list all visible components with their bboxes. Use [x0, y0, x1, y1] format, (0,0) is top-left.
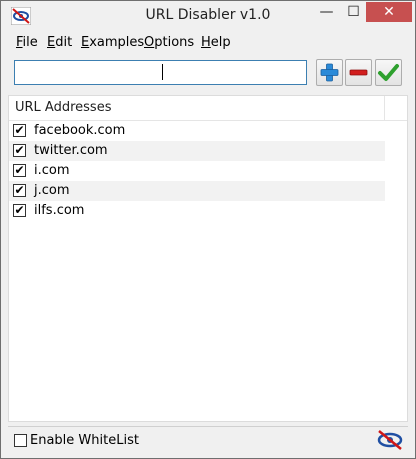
menu-help[interactable]: Help	[201, 35, 231, 50]
menu-examples[interactable]: Examples	[81, 35, 144, 50]
close-button[interactable]: ✕	[366, 2, 412, 22]
url-text: j.com	[34, 183, 70, 198]
title-bar: URL Disabler v1.0 — ☐ ✕	[1, 1, 415, 31]
url-text: ilfs.com	[34, 203, 85, 218]
app-window: URL Disabler v1.0 — ☐ ✕ File Edit Exampl…	[0, 0, 416, 459]
whitelist-label[interactable]: Enable WhiteList	[30, 433, 139, 448]
maximize-button[interactable]: ☐	[341, 2, 366, 22]
list-item[interactable]: ✔ twitter.com	[9, 141, 385, 161]
list-item[interactable]: ✔ ilfs.com	[9, 201, 385, 221]
whitelist-checkbox[interactable]	[14, 434, 27, 447]
apply-button[interactable]	[375, 59, 402, 86]
add-url-button[interactable]	[316, 59, 343, 86]
url-list: URL Addresses ✔ facebook.com ✔ twitter.c…	[8, 95, 408, 422]
minus-icon	[349, 69, 368, 76]
row-checkbox[interactable]: ✔	[13, 204, 26, 217]
menu-file[interactable]: File	[16, 35, 38, 50]
column-separator[interactable]	[384, 96, 385, 120]
menu-bar: File Edit Examples Options Help	[1, 31, 415, 53]
text-caret	[162, 64, 163, 80]
list-item[interactable]: ✔ i.com	[9, 161, 385, 181]
status-bar: Enable WhiteList	[8, 426, 408, 453]
row-checkbox[interactable]: ✔	[13, 124, 26, 137]
eye-disabled-icon[interactable]	[376, 429, 404, 451]
plus-icon	[320, 63, 339, 82]
row-checkbox[interactable]: ✔	[13, 144, 26, 157]
row-checkbox[interactable]: ✔	[13, 164, 26, 177]
checkmark-icon	[378, 64, 399, 81]
url-text: i.com	[34, 163, 70, 178]
remove-url-button[interactable]	[345, 59, 372, 86]
menu-options[interactable]: Options	[144, 35, 194, 50]
menu-edit[interactable]: Edit	[47, 35, 72, 50]
row-checkbox[interactable]: ✔	[13, 184, 26, 197]
url-input[interactable]	[14, 60, 307, 85]
list-header: URL Addresses	[9, 96, 407, 121]
list-item[interactable]: ✔ facebook.com	[9, 121, 385, 141]
list-item[interactable]: ✔ j.com	[9, 181, 385, 201]
column-header-url-addresses[interactable]: URL Addresses	[15, 100, 111, 115]
url-text: twitter.com	[34, 143, 108, 158]
minimize-button[interactable]: —	[314, 2, 339, 22]
url-text: facebook.com	[34, 123, 126, 138]
